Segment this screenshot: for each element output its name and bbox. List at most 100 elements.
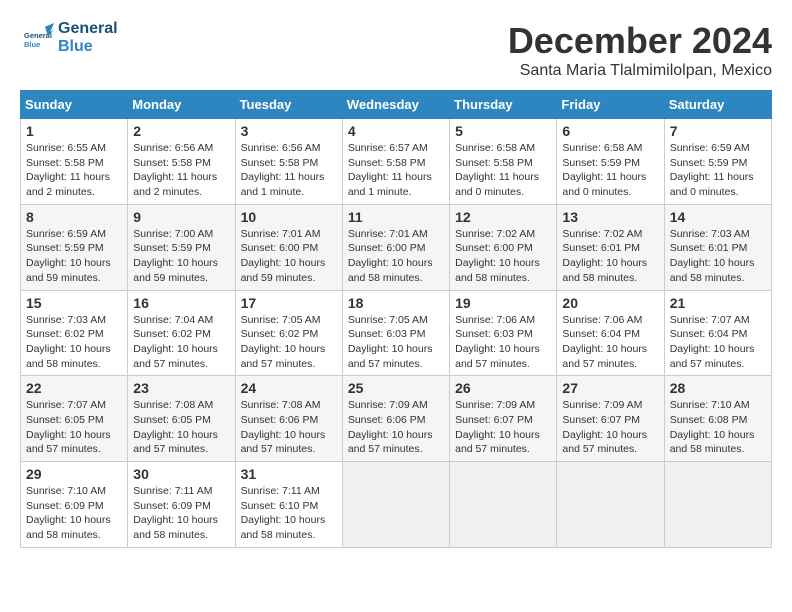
calendar-cell: 16 Sunrise: 7:04 AMSunset: 6:02 PMDayligh… (128, 290, 235, 376)
header-monday: Monday (128, 91, 235, 119)
calendar-cell: 27 Sunrise: 7:09 AMSunset: 6:07 PMDayligh… (557, 376, 664, 462)
day-number: 7 (670, 123, 766, 139)
day-info: Sunrise: 7:05 AMSunset: 6:02 PMDaylight:… (241, 313, 337, 372)
day-number: 12 (455, 209, 551, 225)
day-info: Sunrise: 7:08 AMSunset: 6:05 PMDaylight:… (133, 398, 229, 457)
calendar-cell: 28 Sunrise: 7:10 AMSunset: 6:08 PMDayligh… (664, 376, 771, 462)
day-number: 2 (133, 123, 229, 139)
day-number: 24 (241, 380, 337, 396)
day-info: Sunrise: 7:06 AMSunset: 6:04 PMDaylight:… (562, 313, 658, 372)
calendar-cell: 6Sunrise: 6:58 AMSunset: 5:59 PMDaylight… (557, 119, 664, 205)
day-number: 10 (241, 209, 337, 225)
calendar-cell: 13Sunrise: 7:02 AMSunset: 6:01 PMDayligh… (557, 204, 664, 290)
title-block: December 2024 Santa Maria Tlalmimilolpan… (508, 20, 772, 80)
header-friday: Friday (557, 91, 664, 119)
calendar-cell: 22 Sunrise: 7:07 AMSunset: 6:05 PMDayligh… (21, 376, 128, 462)
calendar-cell: 30Sunrise: 7:11 AMSunset: 6:09 PMDayligh… (128, 462, 235, 548)
location-title: Santa Maria Tlalmimilolpan, Mexico (508, 62, 772, 80)
day-info: Sunrise: 7:03 AMSunset: 6:01 PMDaylight:… (670, 227, 766, 286)
calendar-week-row: 29Sunrise: 7:10 AMSunset: 6:09 PMDayligh… (21, 462, 772, 548)
header-tuesday: Tuesday (235, 91, 342, 119)
day-info: Sunrise: 6:56 AMSunset: 5:58 PMDaylight:… (241, 141, 337, 200)
calendar-cell: 3 Sunrise: 6:56 AMSunset: 5:58 PMDaylight… (235, 119, 342, 205)
header-saturday: Saturday (664, 91, 771, 119)
header-wednesday: Wednesday (342, 91, 449, 119)
day-info: Sunrise: 7:08 AMSunset: 6:06 PMDaylight:… (241, 398, 337, 457)
day-info: Sunrise: 7:00 AMSunset: 5:59 PMDaylight:… (133, 227, 229, 286)
calendar-cell (342, 462, 449, 548)
day-info: Sunrise: 7:03 AMSunset: 6:02 PMDaylight:… (26, 313, 122, 372)
calendar-cell: 9Sunrise: 7:00 AMSunset: 5:59 PMDaylight… (128, 204, 235, 290)
calendar-cell: 8 Sunrise: 6:59 AMSunset: 5:59 PMDaylight… (21, 204, 128, 290)
day-number: 3 (241, 123, 337, 139)
day-number: 22 (26, 380, 122, 396)
day-info: Sunrise: 6:57 AMSunset: 5:58 PMDaylight:… (348, 141, 444, 200)
day-number: 21 (670, 295, 766, 311)
calendar-cell: 29Sunrise: 7:10 AMSunset: 6:09 PMDayligh… (21, 462, 128, 548)
day-number: 4 (348, 123, 444, 139)
day-info: Sunrise: 7:07 AMSunset: 6:04 PMDaylight:… (670, 313, 766, 372)
svg-text:Blue: Blue (24, 40, 40, 49)
day-info: Sunrise: 6:56 AMSunset: 5:58 PMDaylight:… (133, 141, 229, 200)
day-info: Sunrise: 7:01 AMSunset: 6:00 PMDaylight:… (241, 227, 337, 286)
day-number: 5 (455, 123, 551, 139)
day-number: 28 (670, 380, 766, 396)
day-number: 27 (562, 380, 658, 396)
calendar-week-row: 1 Sunrise: 6:55 AMSunset: 5:58 PMDaylight… (21, 119, 772, 205)
calendar-cell (557, 462, 664, 548)
calendar-cell: 18 Sunrise: 7:05 AMSunset: 6:03 PMDayligh… (342, 290, 449, 376)
calendar-week-row: 8 Sunrise: 6:59 AMSunset: 5:59 PMDaylight… (21, 204, 772, 290)
calendar-cell: 24 Sunrise: 7:08 AMSunset: 6:06 PMDayligh… (235, 376, 342, 462)
day-number: 19 (455, 295, 551, 311)
day-number: 11 (348, 209, 444, 225)
calendar-cell: 17 Sunrise: 7:05 AMSunset: 6:02 PMDayligh… (235, 290, 342, 376)
day-info: Sunrise: 7:09 AMSunset: 6:07 PMDaylight:… (562, 398, 658, 457)
day-number: 1 (26, 123, 122, 139)
day-info: Sunrise: 6:59 AMSunset: 5:59 PMDaylight:… (670, 141, 766, 200)
calendar-cell: 14Sunrise: 7:03 AMSunset: 6:01 PMDayligh… (664, 204, 771, 290)
day-number: 13 (562, 209, 658, 225)
day-number: 31 (241, 466, 337, 482)
day-info: Sunrise: 7:07 AMSunset: 6:05 PMDaylight:… (26, 398, 122, 457)
calendar-cell: 1 Sunrise: 6:55 AMSunset: 5:58 PMDaylight… (21, 119, 128, 205)
calendar-cell (450, 462, 557, 548)
page-container: General Blue General Blue December 2024 … (20, 20, 772, 548)
day-number: 8 (26, 209, 122, 225)
day-number: 17 (241, 295, 337, 311)
day-info: Sunrise: 7:10 AMSunset: 6:09 PMDaylight:… (26, 484, 122, 543)
calendar-body: 1 Sunrise: 6:55 AMSunset: 5:58 PMDaylight… (21, 119, 772, 548)
calendar-cell: 21 Sunrise: 7:07 AMSunset: 6:04 PMDayligh… (664, 290, 771, 376)
calendar-header-row: Sunday Monday Tuesday Wednesday Thursday… (21, 91, 772, 119)
calendar-cell: 7 Sunrise: 6:59 AMSunset: 5:59 PMDaylight… (664, 119, 771, 205)
logo-line2: Blue (58, 38, 118, 56)
calendar-cell: 31Sunrise: 7:11 AMSunset: 6:10 PMDayligh… (235, 462, 342, 548)
day-number: 18 (348, 295, 444, 311)
calendar-cell: 12 Sunrise: 7:02 AMSunset: 6:00 PMDayligh… (450, 204, 557, 290)
day-number: 20 (562, 295, 658, 311)
day-info: Sunrise: 6:58 AMSunset: 5:58 PMDaylight:… (455, 141, 551, 200)
day-info: Sunrise: 7:11 AMSunset: 6:09 PMDaylight:… (133, 484, 229, 543)
calendar-cell (664, 462, 771, 548)
logo-line1: General (58, 20, 118, 38)
calendar-cell: 26Sunrise: 7:09 AMSunset: 6:07 PMDayligh… (450, 376, 557, 462)
day-info: Sunrise: 7:10 AMSunset: 6:08 PMDaylight:… (670, 398, 766, 457)
day-number: 25 (348, 380, 444, 396)
calendar-cell: 19Sunrise: 7:06 AMSunset: 6:03 PMDayligh… (450, 290, 557, 376)
day-number: 26 (455, 380, 551, 396)
calendar-cell: 2 Sunrise: 6:56 AMSunset: 5:58 PMDaylight… (128, 119, 235, 205)
calendar-cell: 5 Sunrise: 6:58 AMSunset: 5:58 PMDaylight… (450, 119, 557, 205)
day-info: Sunrise: 7:02 AMSunset: 6:00 PMDaylight:… (455, 227, 551, 286)
day-info: Sunrise: 7:04 AMSunset: 6:02 PMDaylight:… (133, 313, 229, 372)
calendar-cell: 11Sunrise: 7:01 AMSunset: 6:00 PMDayligh… (342, 204, 449, 290)
day-number: 16 (133, 295, 229, 311)
calendar-week-row: 15 Sunrise: 7:03 AMSunset: 6:02 PMDayligh… (21, 290, 772, 376)
day-number: 15 (26, 295, 122, 311)
day-info: Sunrise: 7:05 AMSunset: 6:03 PMDaylight:… (348, 313, 444, 372)
header-thursday: Thursday (450, 91, 557, 119)
day-info: Sunrise: 6:55 AMSunset: 5:58 PMDaylight:… (26, 141, 122, 200)
day-info: Sunrise: 6:59 AMSunset: 5:59 PMDaylight:… (26, 227, 122, 286)
header-sunday: Sunday (21, 91, 128, 119)
calendar-cell: 15 Sunrise: 7:03 AMSunset: 6:02 PMDayligh… (21, 290, 128, 376)
month-title: December 2024 (508, 20, 772, 62)
calendar-table: Sunday Monday Tuesday Wednesday Thursday… (20, 90, 772, 548)
